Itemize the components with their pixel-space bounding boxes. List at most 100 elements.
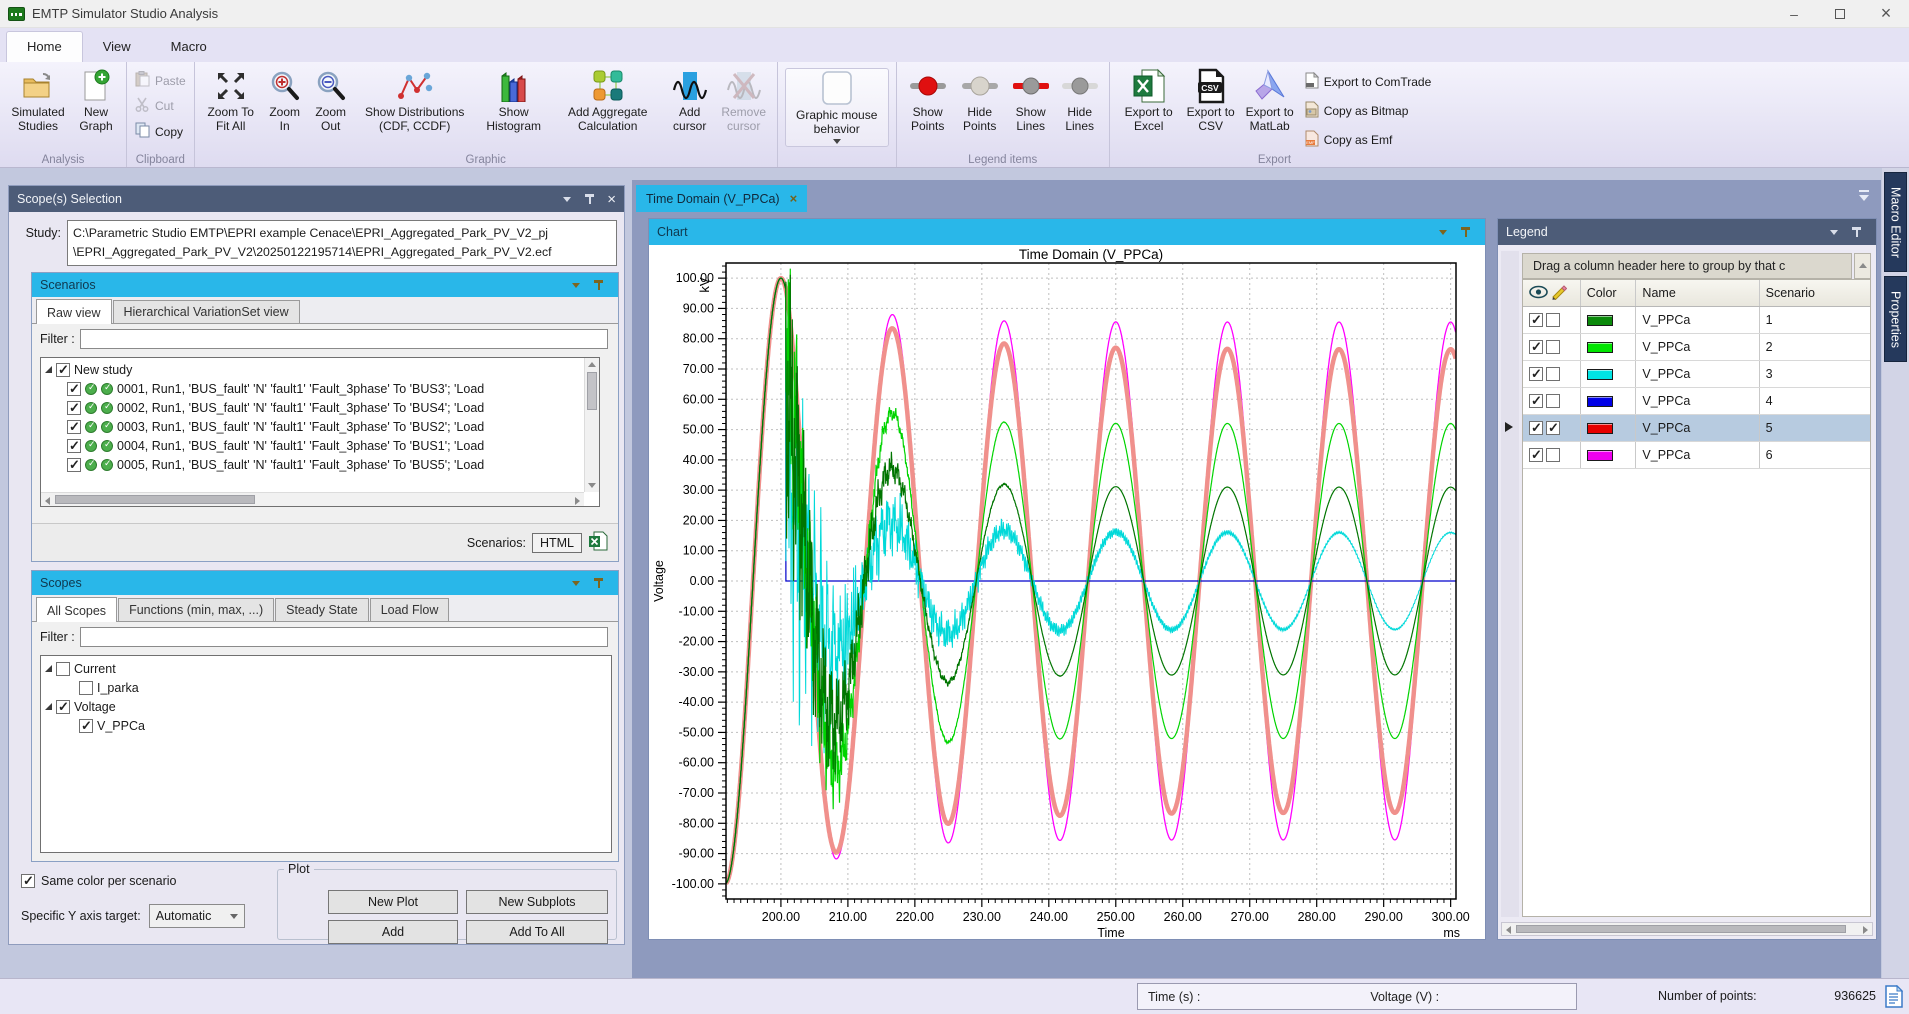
color-swatch[interactable] xyxy=(1587,369,1613,380)
collapse-icon[interactable] xyxy=(1830,230,1838,235)
pin-icon[interactable] xyxy=(1460,226,1471,238)
collapse-icon[interactable] xyxy=(572,283,580,288)
legend-row[interactable]: V_PPCa5 xyxy=(1523,415,1870,442)
run-checkbox[interactable] xyxy=(67,420,81,434)
copy-as-bitmap-button[interactable]: Copy as Bitmap xyxy=(1301,100,1435,122)
collapse-icon[interactable] xyxy=(563,197,571,202)
report-document-icon[interactable] xyxy=(1884,985,1903,1011)
chart-canvas[interactable]: Time Domain (V_PPCa)-100.00-90.00-80.00-… xyxy=(649,245,1485,939)
zoom-to-fit-all-button[interactable]: Zoom To Fit All xyxy=(200,65,262,137)
copy-as-emf-button[interactable]: EMF Copy as Emf xyxy=(1301,129,1435,151)
show-lines-button[interactable]: Show Lines xyxy=(1006,65,1056,137)
scroll-down-icon[interactable] xyxy=(588,483,596,488)
scope-checkbox[interactable] xyxy=(56,662,70,676)
tab-all-scopes[interactable]: All Scopes xyxy=(36,597,117,622)
simulated-studies-button[interactable]: Simulated Studies xyxy=(5,65,71,137)
visibility-columns-header[interactable] xyxy=(1523,280,1581,306)
side-tab-properties[interactable]: Properties xyxy=(1884,276,1907,362)
zoom-out-button[interactable]: Zoom Out xyxy=(308,65,354,137)
visible-checkbox[interactable] xyxy=(1529,421,1543,435)
maximize-button[interactable] xyxy=(1817,0,1863,27)
scenario-run-row[interactable]: 0001, Run1, 'BUS_fault' 'N' 'fault1' 'Fa… xyxy=(67,379,595,398)
scenarios-hscrollbar[interactable] xyxy=(41,492,584,506)
tab-functions[interactable]: Functions (min, max, ...) xyxy=(118,598,274,621)
tab-view[interactable]: View xyxy=(83,32,151,62)
scope-checkbox[interactable] xyxy=(56,700,70,714)
close-icon[interactable] xyxy=(607,191,616,208)
run-checkbox[interactable] xyxy=(67,439,81,453)
run-checkbox[interactable] xyxy=(67,458,81,472)
color-swatch[interactable] xyxy=(1587,450,1613,461)
scroll-left-icon[interactable] xyxy=(1506,926,1511,934)
scroll-right-icon[interactable] xyxy=(575,497,580,505)
highlight-checkbox[interactable] xyxy=(1546,421,1560,435)
minimize-button[interactable] xyxy=(1771,0,1817,27)
visible-checkbox[interactable] xyxy=(1529,313,1543,327)
color-swatch[interactable] xyxy=(1587,315,1613,326)
color-swatch[interactable] xyxy=(1587,342,1613,353)
side-tab-macro-editor[interactable]: Macro Editor xyxy=(1884,172,1907,272)
run-checkbox[interactable] xyxy=(67,401,81,415)
tab-raw-view[interactable]: Raw view xyxy=(36,299,112,324)
scenario-run-row[interactable]: 0002, Run1, 'BUS_fault' 'N' 'fault1' 'Fa… xyxy=(67,398,595,417)
y-axis-target-select[interactable]: Automatic xyxy=(149,904,245,928)
visible-checkbox[interactable] xyxy=(1529,340,1543,354)
show-histogram-button[interactable]: Show Histogram xyxy=(476,65,552,137)
zoom-in-button[interactable]: Zoom In xyxy=(262,65,308,137)
add-button[interactable]: Add xyxy=(328,920,458,944)
add-cursor-button[interactable]: Add cursor xyxy=(664,65,716,137)
highlight-checkbox[interactable] xyxy=(1546,367,1560,381)
new-plot-button[interactable]: New Plot xyxy=(328,890,458,914)
column-header-name[interactable]: Name xyxy=(1636,280,1759,306)
highlight-checkbox[interactable] xyxy=(1546,448,1560,462)
show-points-button[interactable]: Show Points xyxy=(902,65,954,137)
tab-steady-state[interactable]: Steady State xyxy=(275,598,369,621)
tab-home[interactable]: Home xyxy=(6,31,83,62)
column-header-color[interactable]: Color xyxy=(1581,280,1637,306)
expander-icon[interactable] xyxy=(45,665,52,672)
scopes-filter-input[interactable] xyxy=(80,627,608,647)
export-scenarios-html-button[interactable]: HTML xyxy=(532,533,582,553)
scenario-run-row[interactable]: 0003, Run1, 'BUS_fault' 'N' 'fault1' 'Fa… xyxy=(67,417,595,436)
legend-row[interactable]: V_PPCa2 xyxy=(1523,334,1870,361)
study-path-field[interactable]: C:\Parametric Studio EMTP\EPRI example C… xyxy=(67,220,617,266)
legend-row[interactable]: V_PPCa6 xyxy=(1523,442,1870,469)
scroll-thumb[interactable] xyxy=(55,495,255,504)
legend-hscrollbar[interactable] xyxy=(1501,922,1873,936)
visible-checkbox[interactable] xyxy=(1529,448,1543,462)
export-to-matlab-button[interactable]: Export to MatLab xyxy=(1239,65,1301,137)
scenarios-filter-input[interactable] xyxy=(80,329,608,349)
scope-group-row[interactable]: Current xyxy=(45,659,607,678)
scope-group-row[interactable]: Voltage xyxy=(45,697,607,716)
graphic-mouse-behavior-dropdown[interactable]: Graphic mouse behavior xyxy=(785,68,889,147)
close-tab-icon[interactable] xyxy=(790,191,798,206)
new-study-checkbox[interactable] xyxy=(56,363,70,377)
export-scenarios-excel-button[interactable] xyxy=(588,531,608,554)
export-to-excel-button[interactable]: Export to Excel xyxy=(1115,65,1183,137)
run-checkbox[interactable] xyxy=(67,382,81,396)
export-to-csv-button[interactable]: CSV Export to CSV xyxy=(1183,65,1239,137)
highlight-checkbox[interactable] xyxy=(1546,340,1560,354)
collapse-icon[interactable] xyxy=(572,581,580,586)
show-distributions-button[interactable]: Show Distributions (CDF, CCDF) xyxy=(354,65,476,137)
scenario-run-row[interactable]: 0004, Run1, 'BUS_fault' 'N' 'fault1' 'Fa… xyxy=(67,436,595,455)
pin-icon[interactable] xyxy=(584,193,595,205)
highlight-checkbox[interactable] xyxy=(1546,313,1560,327)
new-graph-button[interactable]: New Graph xyxy=(71,65,121,137)
scenario-run-row[interactable]: 0005, Run1, 'BUS_fault' 'N' 'fault1' 'Fa… xyxy=(67,455,595,474)
highlight-checkbox[interactable] xyxy=(1546,394,1560,408)
add-aggregate-calculation-button[interactable]: Add Aggregate Calculation xyxy=(552,65,664,137)
pin-icon[interactable] xyxy=(593,577,604,589)
scroll-up-icon[interactable] xyxy=(588,362,596,367)
legend-row[interactable]: V_PPCa1 xyxy=(1523,307,1870,334)
legend-scroll-up-button[interactable] xyxy=(1854,253,1871,279)
scopes-tree[interactable]: CurrentI_parkaVoltageV_PPCa xyxy=(40,655,612,853)
tab-macro[interactable]: Macro xyxy=(151,32,227,62)
scope-signal-row[interactable]: V_PPCa xyxy=(45,716,607,735)
scenarios-tree[interactable]: New study 0001, Run1, 'BUS_fault' 'N' 'f… xyxy=(40,357,600,507)
collapse-icon[interactable] xyxy=(1439,230,1447,235)
color-swatch[interactable] xyxy=(1587,396,1613,407)
visible-checkbox[interactable] xyxy=(1529,367,1543,381)
legend-row[interactable]: V_PPCa3 xyxy=(1523,361,1870,388)
pin-icon[interactable] xyxy=(1851,226,1862,238)
